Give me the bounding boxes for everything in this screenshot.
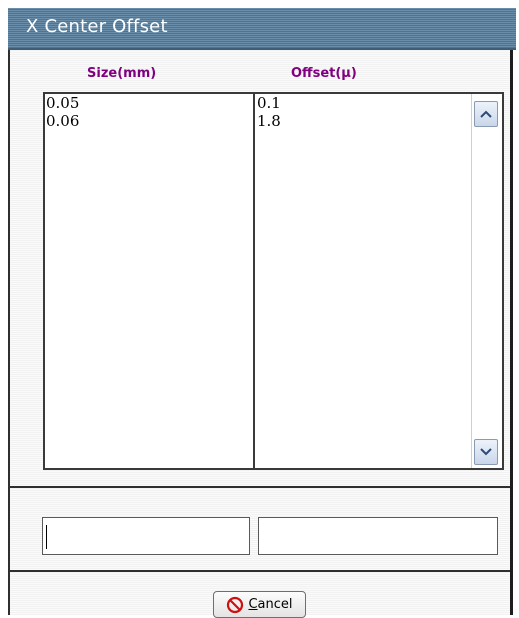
window-title: X Center Offset [26, 16, 168, 37]
offset-input[interactable] [258, 517, 498, 555]
chevron-up-icon [480, 110, 492, 118]
cancel-mnemonic: C [248, 597, 258, 612]
vertical-scrollbar[interactable] [471, 94, 502, 468]
offset-column: 0.1 1.8 [255, 94, 470, 468]
size-column: 0.05 0.06 [45, 94, 255, 468]
size-input[interactable] [42, 517, 250, 555]
divider [10, 570, 510, 572]
table-cell-size[interactable]: 0.05 [45, 94, 253, 112]
table-cell-size[interactable]: 0.06 [45, 112, 253, 130]
cancel-label-rest: ancel [257, 597, 293, 612]
offset-table[interactable]: 0.05 0.06 0.1 1.8 [43, 92, 504, 470]
table-cell-offset[interactable]: 0.1 [255, 94, 470, 112]
cancel-icon [227, 596, 244, 613]
cancel-label: Cancel [248, 597, 292, 612]
scroll-down-button[interactable] [474, 439, 498, 465]
cancel-button[interactable]: Cancel [213, 591, 306, 618]
dialog-window: X Center Offset Size(mm) Offset(µ) 0.05 … [8, 8, 516, 618]
title-bar[interactable]: X Center Offset [8, 8, 516, 50]
scroll-up-button[interactable] [474, 101, 498, 127]
table-cell-offset[interactable]: 1.8 [255, 112, 470, 130]
column-header-offset: Offset(µ) [291, 66, 357, 81]
chevron-down-icon [480, 448, 492, 456]
divider [10, 486, 510, 488]
text-caret [46, 525, 47, 549]
column-header-size: Size(mm) [87, 66, 157, 81]
